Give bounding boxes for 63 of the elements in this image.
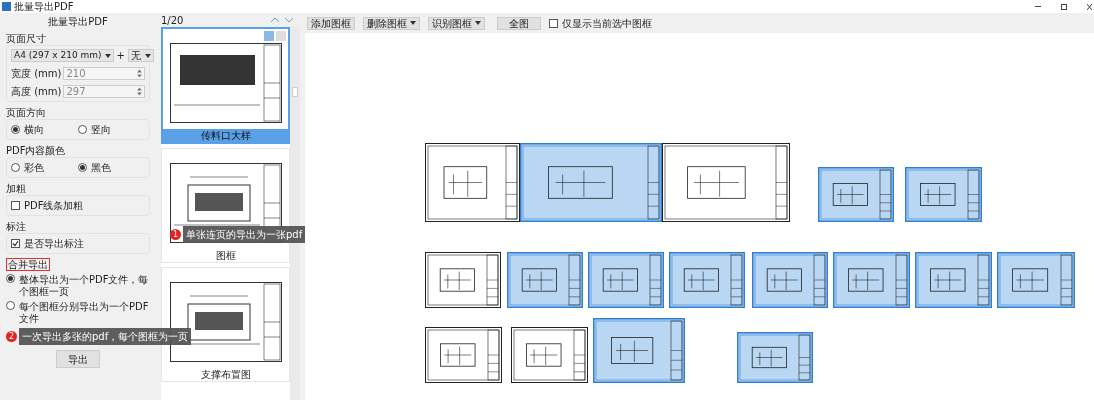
field-label: 高度 (mm): [11, 85, 62, 99]
toolbar-button[interactable]: 识别图框: [428, 16, 485, 30]
radio-label: 彩色: [24, 161, 44, 175]
group-label: 页面尺寸: [6, 32, 47, 45]
app-icon: [2, 2, 11, 11]
spinner-arrows-icon[interactable]: [137, 69, 142, 78]
drawing-canvas[interactable]: [305, 33, 1094, 400]
radio-button[interactable]: [11, 125, 20, 134]
thumbnail-label: 支撑布置图: [199, 368, 252, 381]
page-counter: 1/20: [161, 13, 184, 28]
toolbar-button[interactable]: 删除图框: [363, 16, 420, 30]
drawing-sheet[interactable]: [425, 327, 502, 383]
checkbox[interactable]: [549, 18, 558, 28]
caret-icon: [410, 21, 416, 25]
close-icon[interactable]: [1087, 3, 1092, 10]
field-label: 宽度 (mm): [11, 67, 62, 81]
radio-label: 整体导出为一个PDF文件，每个图框一页: [19, 274, 150, 298]
plus-sign: +: [116, 49, 125, 63]
chevron-down-icon[interactable]: [284, 17, 294, 23]
group-label: 加粗: [6, 182, 27, 195]
tooltip: 单张连页的导出为一张pdf: [183, 226, 306, 243]
group-label: 合并导出: [6, 258, 50, 271]
radio-button[interactable]: [11, 163, 20, 172]
tooltip: 一次导出多张的pdf，每个图框为一页: [19, 328, 192, 345]
paper-size-select[interactable]: A4 (297 x 210 mm): [11, 49, 114, 62]
checkbox-label: PDF线条加粗: [24, 199, 84, 213]
radio-button[interactable]: [78, 125, 87, 134]
thumbnail-label: 传料口大样: [163, 129, 289, 142]
checkbox-label: 是否导出标注: [24, 237, 84, 251]
drawing-sheet[interactable]: [662, 143, 790, 222]
thumbnail-label: 图框: [214, 249, 237, 262]
drawing-sheet[interactable]: [905, 167, 982, 222]
export-button[interactable]: 导出: [56, 350, 100, 368]
window-title: 批量导出PDF: [14, 1, 74, 12]
spinner-arrows-icon[interactable]: [137, 87, 142, 96]
checkbox-label: 仅显示当前选中图框: [562, 16, 652, 31]
caret-icon: [475, 21, 481, 25]
radio-label: 横向: [24, 123, 44, 137]
group-label: 页面方向: [6, 106, 47, 119]
drawing-sheet[interactable]: [511, 327, 588, 383]
radio-label: 黑色: [91, 161, 111, 175]
thumbnail-card[interactable]: 传料口大样: [161, 27, 291, 144]
restore-icon[interactable]: [1061, 3, 1067, 10]
panel-title: 批量导出PDF: [47, 16, 109, 28]
group-label: 标注: [6, 220, 27, 233]
extra-select[interactable]: 无: [127, 49, 154, 62]
drawing-sheet[interactable]: [818, 167, 894, 222]
checkbox[interactable]: [11, 239, 20, 248]
caret-icon: [144, 53, 151, 58]
toolbar-button[interactable]: 添加图框: [307, 16, 355, 30]
radio-button[interactable]: [6, 274, 15, 283]
radio-button[interactable]: [6, 301, 15, 310]
chevron-up-icon[interactable]: [270, 17, 280, 23]
caret-icon: [104, 53, 111, 58]
group-label: PDF内容颜色: [6, 144, 67, 157]
step-badge: 2: [6, 331, 17, 342]
radio-label: 竖向: [91, 123, 111, 137]
radio-button[interactable]: [78, 163, 87, 172]
drawing-sheet[interactable]: [425, 143, 520, 222]
checkbox[interactable]: [11, 201, 20, 210]
toolbar-button[interactable]: 全图: [497, 16, 541, 30]
drawing-sheet[interactable]: [425, 252, 501, 308]
radio-label: 每个图框分别导出为一个PDF文件: [19, 301, 150, 325]
